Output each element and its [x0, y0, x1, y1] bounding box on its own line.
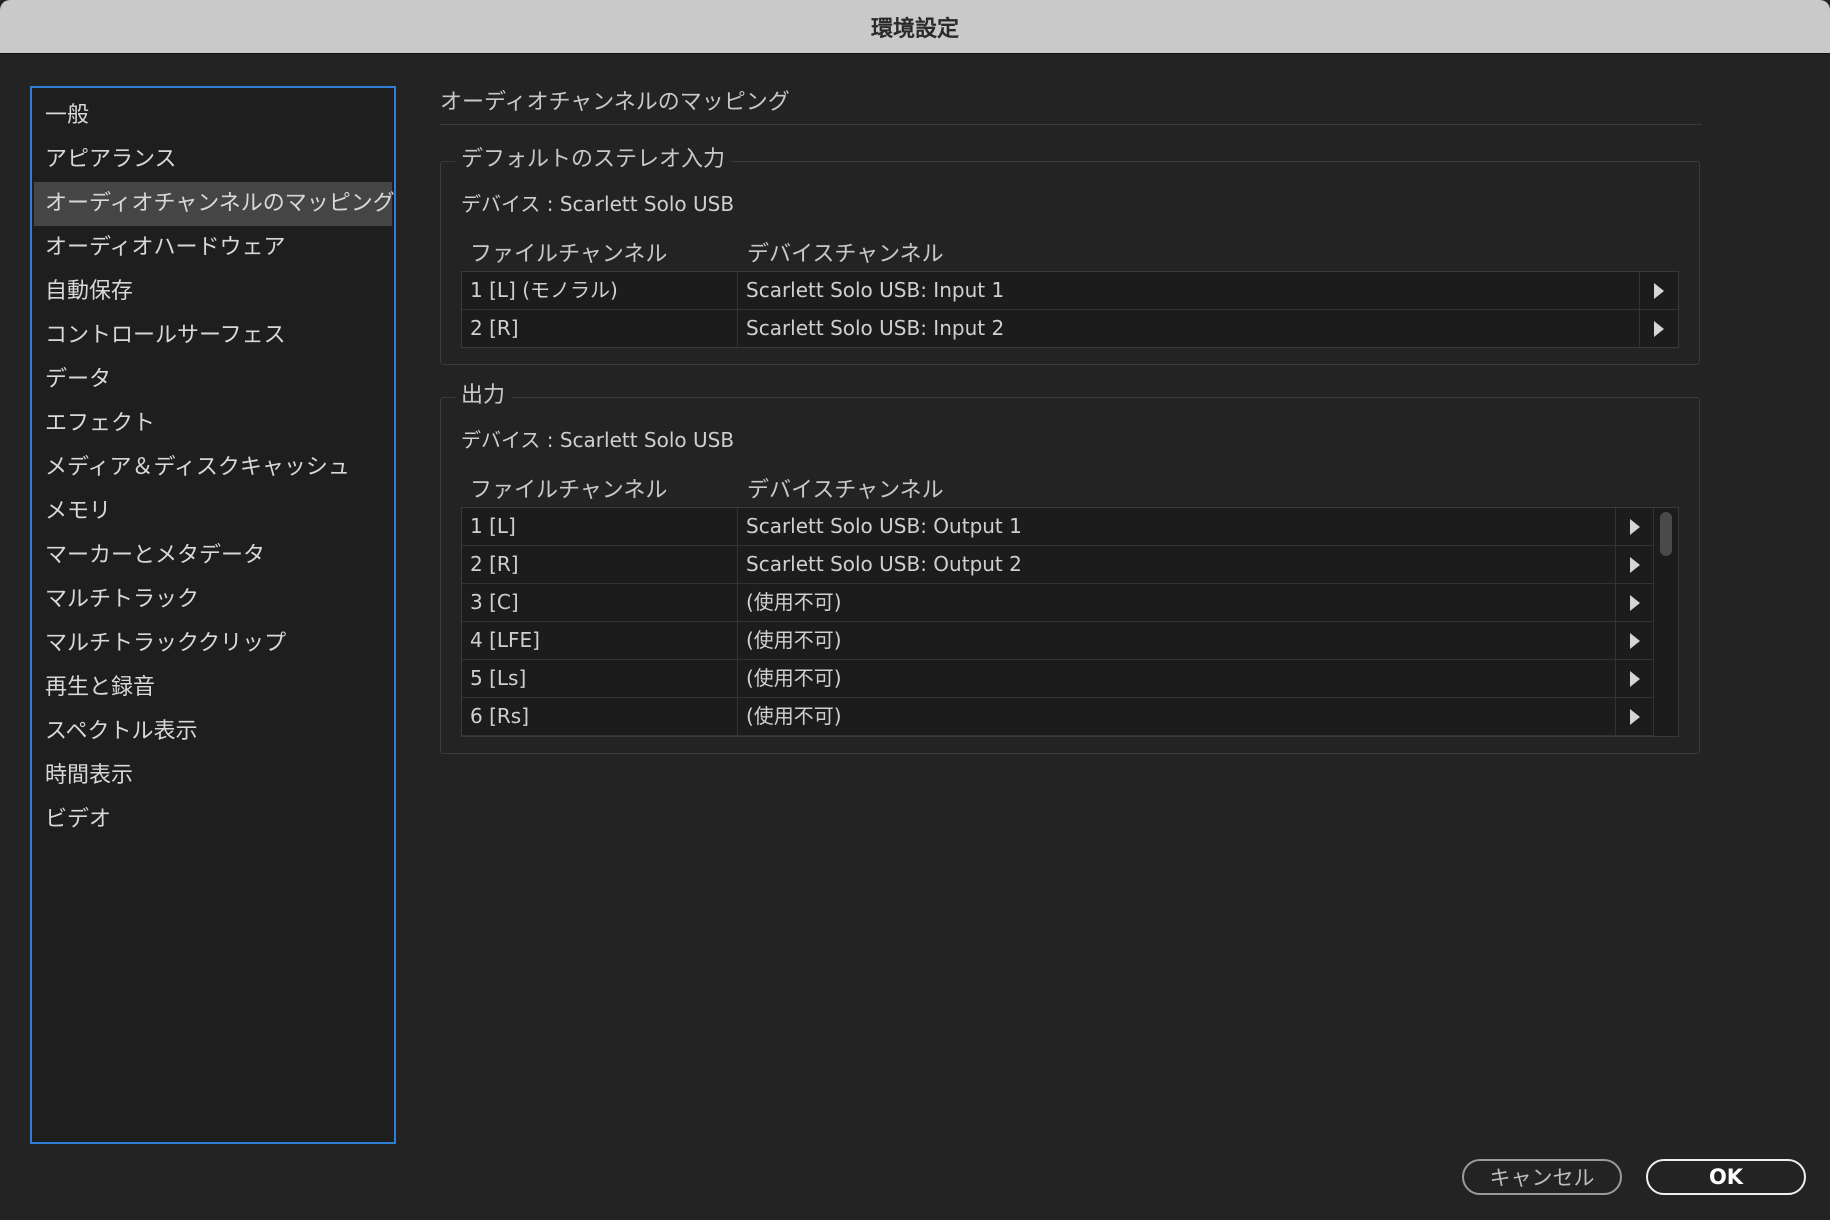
stereo-input-group: デフォルトのステレオ入力 デバイス : Scarlett Solo USB ファ… — [440, 145, 1700, 365]
file-channel-cell: 5 [Ls] — [462, 660, 738, 697]
device-channel-cell[interactable]: Scarlett Solo USB: Input 1 — [738, 272, 1640, 309]
sidebar-item[interactable]: オーディオチャンネルのマッピング — [34, 182, 395, 226]
table-row[interactable]: 6 [Rs] (使用不可) — [462, 698, 1654, 736]
output-table: 1 [L] Scarlett Solo USB: Output 12 [R] Sca… — [461, 507, 1679, 737]
sidebar-item[interactable]: マーカーとメタデータ — [34, 534, 392, 578]
file-channel-cell: 4 [LFE] — [462, 622, 738, 659]
file-channel-cell: 6 [Rs] — [462, 698, 738, 735]
sidebar-item[interactable]: アピアランス — [34, 138, 392, 182]
output-device-label: デバイス : Scarlett Solo USB — [461, 428, 735, 452]
file-channel-cell: 1 [L] (モノラル) — [462, 272, 738, 309]
file-channel-cell: 2 [R] — [462, 546, 738, 583]
output-scrollbar[interactable] — [1653, 508, 1678, 736]
device-channel-cell[interactable]: (使用不可) — [738, 660, 1616, 697]
device-channel-cell[interactable]: Scarlett Solo USB: Output 2 — [738, 546, 1616, 583]
sidebar-item[interactable]: マルチトラッククリップ — [34, 622, 392, 666]
main-panel: オーディオチャンネルのマッピング デフォルトのステレオ入力 デバイス : Sca… — [440, 86, 1702, 754]
output-group: 出力 デバイス : Scarlett Solo USB ファイルチャンネル デバ… — [440, 381, 1700, 754]
triangle-right-icon — [1630, 556, 1640, 573]
sidebar-item[interactable]: 自動保存 — [34, 270, 392, 314]
sidebar-item[interactable]: 一般 — [34, 94, 392, 138]
table-row[interactable]: 3 [C] (使用不可) — [462, 584, 1654, 622]
channel-menu-arrow-icon[interactable] — [1616, 508, 1654, 545]
stereo-input-col-file: ファイルチャンネル — [470, 242, 668, 267]
triangle-right-icon — [1654, 320, 1664, 337]
title-bar: 環境設定 — [0, 0, 1830, 54]
triangle-right-icon — [1630, 518, 1640, 535]
sidebar-item[interactable]: データ — [34, 358, 392, 402]
stereo-input-col-device: デバイスチャンネル — [747, 242, 944, 267]
sidebar-item[interactable]: 時間表示 — [34, 754, 392, 798]
output-col-device: デバイスチャンネル — [747, 478, 944, 503]
table-row[interactable]: 2 [R] Scarlett Solo USB: Output 2 — [462, 546, 1654, 584]
table-row[interactable]: 4 [LFE] (使用不可) — [462, 622, 1654, 660]
channel-menu-arrow-icon[interactable] — [1640, 272, 1678, 309]
ok-button[interactable]: OK — [1646, 1159, 1806, 1195]
channel-menu-arrow-icon[interactable] — [1640, 310, 1678, 347]
preferences-sidebar[interactable]: 一般 アピアランス オーディオチャンネルのマッピング オーディオハードウェア 自動保存コ… — [30, 86, 396, 1144]
stereo-input-legend: デフォルトのステレオ入力 — [455, 145, 732, 175]
channel-menu-arrow-icon[interactable] — [1616, 660, 1654, 697]
triangle-right-icon — [1630, 594, 1640, 611]
sidebar-item[interactable]: コントロールサーフェス — [34, 314, 392, 358]
sidebar-item[interactable]: 再生と録音 — [34, 666, 392, 710]
file-channel-cell: 2 [R] — [462, 310, 738, 347]
output-legend: 出力 — [455, 381, 512, 411]
triangle-right-icon — [1630, 670, 1640, 687]
device-channel-cell[interactable]: (使用不可) — [738, 622, 1616, 659]
device-channel-cell[interactable]: (使用不可) — [738, 698, 1616, 735]
triangle-right-icon — [1630, 632, 1640, 649]
stereo-input-table: 1 [L] (モノラル) Scarlett Solo USB: Input 12 … — [461, 271, 1679, 348]
triangle-right-icon — [1630, 708, 1640, 725]
sidebar-item[interactable]: オーディオハードウェア — [34, 226, 392, 270]
output-col-file: ファイルチャンネル — [470, 478, 668, 503]
channel-menu-arrow-icon[interactable] — [1616, 622, 1654, 659]
channel-menu-arrow-icon[interactable] — [1616, 546, 1654, 583]
channel-menu-arrow-icon[interactable] — [1616, 698, 1654, 735]
sidebar-item[interactable]: メモリ — [34, 490, 392, 534]
sidebar-item[interactable]: メディア＆ディスクキャッシュ — [34, 446, 392, 490]
device-channel-cell[interactable]: Scarlett Solo USB: Input 2 — [738, 310, 1640, 347]
device-channel-cell[interactable]: (使用不可) — [738, 584, 1616, 621]
stereo-input-device-label: デバイス : Scarlett Solo USB — [461, 192, 735, 216]
table-row[interactable]: 2 [R] Scarlett Solo USB: Input 2 — [462, 310, 1678, 347]
table-row[interactable]: 1 [L] Scarlett Solo USB: Output 1 — [462, 508, 1654, 546]
output-scrollbar-thumb[interactable] — [1660, 512, 1672, 556]
device-channel-cell[interactable]: Scarlett Solo USB: Output 1 — [738, 508, 1616, 545]
page-title: オーディオチャンネルのマッピング — [440, 86, 1702, 125]
file-channel-cell: 3 [C] — [462, 584, 738, 621]
triangle-right-icon — [1654, 282, 1664, 299]
cancel-button[interactable]: キャンセル — [1462, 1159, 1622, 1195]
sidebar-item[interactable]: スペクトル表示 — [34, 710, 392, 754]
table-row[interactable]: 5 [Ls] (使用不可) — [462, 660, 1654, 698]
sidebar-item[interactable]: マルチトラック — [34, 578, 392, 622]
sidebar-item[interactable]: ビデオ — [34, 798, 392, 842]
table-row[interactable]: 1 [L] (モノラル) Scarlett Solo USB: Input 1 — [462, 272, 1678, 310]
file-channel-cell: 1 [L] — [462, 508, 738, 545]
sidebar-item[interactable]: エフェクト — [34, 402, 392, 446]
channel-menu-arrow-icon[interactable] — [1616, 584, 1654, 621]
window-title: 環境設定 — [870, 16, 959, 42]
